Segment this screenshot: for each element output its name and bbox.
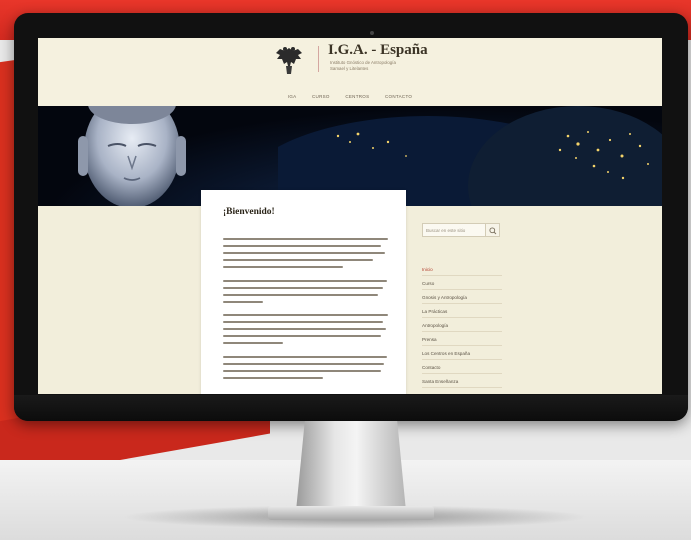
post-text-line bbox=[223, 328, 386, 330]
post-text-line bbox=[223, 287, 383, 289]
sidebar-item-centros[interactable]: Los Centros en España bbox=[422, 351, 502, 360]
post-text-line bbox=[223, 342, 283, 344]
sidebar-item-curso[interactable]: Curso bbox=[422, 281, 502, 290]
post-text-line bbox=[223, 314, 388, 316]
sidebar-item-gnosis[interactable]: Gnosis y Antropología bbox=[422, 295, 502, 304]
nav-item-iga[interactable]: IGA bbox=[288, 94, 297, 99]
sidebar-item-contacto[interactable]: Contacto bbox=[422, 365, 502, 374]
header-divider bbox=[318, 46, 319, 72]
nav-item-contacto[interactable]: CONTACTO bbox=[385, 94, 412, 99]
post-text-line bbox=[223, 335, 381, 337]
buddha-head-image bbox=[78, 106, 186, 206]
search-button[interactable] bbox=[486, 223, 500, 237]
sidebar-item-prensa[interactable]: Prensa bbox=[422, 337, 502, 346]
post-text-line bbox=[223, 377, 323, 379]
monitor-chin bbox=[14, 395, 688, 421]
nav-item-curso[interactable]: CURSO bbox=[312, 94, 330, 99]
post-text-line bbox=[223, 259, 373, 261]
post-text-line bbox=[223, 301, 263, 303]
monitor-stand bbox=[296, 421, 406, 511]
post-text-line bbox=[223, 356, 387, 358]
monitor-stand-base bbox=[268, 506, 434, 520]
site-title[interactable]: I.G.A. - España bbox=[328, 42, 428, 59]
site-subtitle-line2: Samael y Litelantes bbox=[330, 66, 369, 71]
post-text-line bbox=[223, 252, 385, 254]
search-icon bbox=[489, 227, 497, 235]
post-text-line bbox=[223, 370, 381, 372]
sidebar-item-antropologia[interactable]: Antropología bbox=[422, 323, 502, 332]
camera-icon bbox=[370, 31, 374, 35]
post-text-line bbox=[223, 245, 381, 247]
post-text-line bbox=[223, 321, 383, 323]
post-text-line bbox=[223, 363, 384, 365]
post-text-line bbox=[223, 280, 387, 282]
nav-item-centros[interactable]: CENTROS bbox=[345, 94, 369, 99]
site-subtitle: Instituto Gnóstico de Antropología Samae… bbox=[330, 60, 450, 72]
sidebar-item-inicio[interactable]: Inicio bbox=[422, 267, 502, 276]
search-input[interactable]: Buscar en este sitio bbox=[422, 223, 486, 237]
post-text-line bbox=[223, 266, 343, 268]
post-text-line bbox=[223, 294, 378, 296]
post-text-line bbox=[223, 238, 388, 240]
site-header: I.G.A. - España Instituto Gnóstico de An… bbox=[38, 38, 662, 107]
post-card: ¡Bienvenido! bbox=[201, 190, 406, 394]
double-headed-eagle-icon[interactable] bbox=[274, 44, 304, 78]
post-title: ¡Bienvenido! bbox=[223, 207, 275, 217]
sidebar-item-ensenanza[interactable]: Santa Enseñanza bbox=[422, 379, 502, 388]
main-nav: IGA CURSO CENTROS CONTACTO bbox=[38, 94, 662, 99]
sidebar-item-practicas[interactable]: La Prácticas bbox=[422, 309, 502, 318]
website-screen: I.G.A. - España Instituto Gnóstico de An… bbox=[38, 38, 662, 394]
